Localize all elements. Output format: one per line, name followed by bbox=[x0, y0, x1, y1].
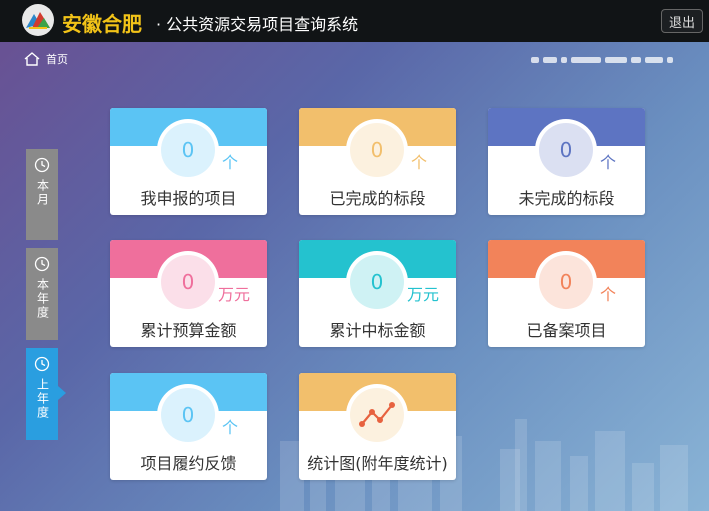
card-cumulative-budget[interactable]: 0 万元 累计预算金额 bbox=[110, 240, 267, 347]
home-icon[interactable] bbox=[24, 52, 40, 66]
card-title: 累计中标金额 bbox=[329, 321, 426, 340]
card-title: 已备案项目 bbox=[526, 321, 607, 340]
line-chart-icon bbox=[359, 402, 395, 427]
card-value: 0 bbox=[161, 388, 215, 442]
card-value: 0 bbox=[539, 255, 593, 309]
clock-icon bbox=[34, 356, 50, 372]
tab-this-month[interactable]: 本月 bbox=[26, 149, 58, 240]
tab-label: 本月 bbox=[35, 179, 50, 207]
card-unit: 个 bbox=[411, 153, 428, 172]
card-title: 统计图(附年度统计) bbox=[307, 454, 448, 473]
card-value: 0 bbox=[539, 123, 593, 177]
breadcrumb-home-link[interactable]: 首页 bbox=[46, 51, 68, 67]
card-title: 累计预算金额 bbox=[140, 321, 237, 340]
card-filed-projects[interactable]: 0 个 已备案项目 bbox=[488, 240, 645, 347]
tab-label: 上年度 bbox=[35, 378, 50, 420]
card-completed-sections[interactable]: 0 个 已完成的标段 bbox=[299, 108, 456, 215]
tab-label: 本年度 bbox=[35, 278, 50, 320]
card-cumulative-winning-bid[interactable]: 0 万元 累计中标金额 bbox=[299, 240, 456, 347]
card-unit: 万元 bbox=[407, 285, 440, 304]
card-unit: 个 bbox=[600, 285, 617, 304]
card-unit: 个 bbox=[222, 153, 239, 172]
tab-last-year[interactable]: 上年度 bbox=[26, 348, 66, 440]
card-unit: 个 bbox=[222, 418, 239, 437]
card-statistics-chart[interactable]: 统计图(附年度统计) bbox=[299, 373, 456, 480]
card-my-declared-projects[interactable]: 0 个 我申报的项目 bbox=[110, 108, 267, 215]
top-bar: 安徽合肥 · 公共资源交易项目查询系统 退出 bbox=[0, 0, 709, 42]
card-value: 0 bbox=[350, 255, 404, 309]
card-title: 我申报的项目 bbox=[140, 189, 237, 208]
brand-title: 安徽合肥 bbox=[62, 12, 142, 36]
card-incomplete-sections[interactable]: 0 个 未完成的标段 bbox=[488, 108, 645, 215]
card-title: 已完成的标段 bbox=[329, 189, 426, 208]
logo-icon bbox=[22, 4, 54, 36]
system-subtitle: · 公共资源交易项目查询系统 bbox=[156, 15, 359, 34]
card-value: 0 bbox=[350, 123, 404, 177]
card-value: 0 bbox=[161, 123, 215, 177]
clock-icon bbox=[34, 157, 50, 173]
card-unit: 个 bbox=[600, 153, 617, 172]
user-info-obscured bbox=[531, 55, 681, 65]
logout-button[interactable]: 退出 bbox=[661, 9, 703, 33]
card-title: 项目履约反馈 bbox=[140, 454, 237, 473]
card-value: 0 bbox=[161, 255, 215, 309]
card-title: 未完成的标段 bbox=[518, 189, 615, 208]
breadcrumb: 首页 bbox=[24, 51, 68, 67]
clock-icon bbox=[34, 256, 50, 272]
card-contract-feedback[interactable]: 0 个 项目履约反馈 bbox=[110, 373, 267, 480]
tab-this-year[interactable]: 本年度 bbox=[26, 248, 58, 340]
card-unit: 万元 bbox=[218, 285, 251, 304]
